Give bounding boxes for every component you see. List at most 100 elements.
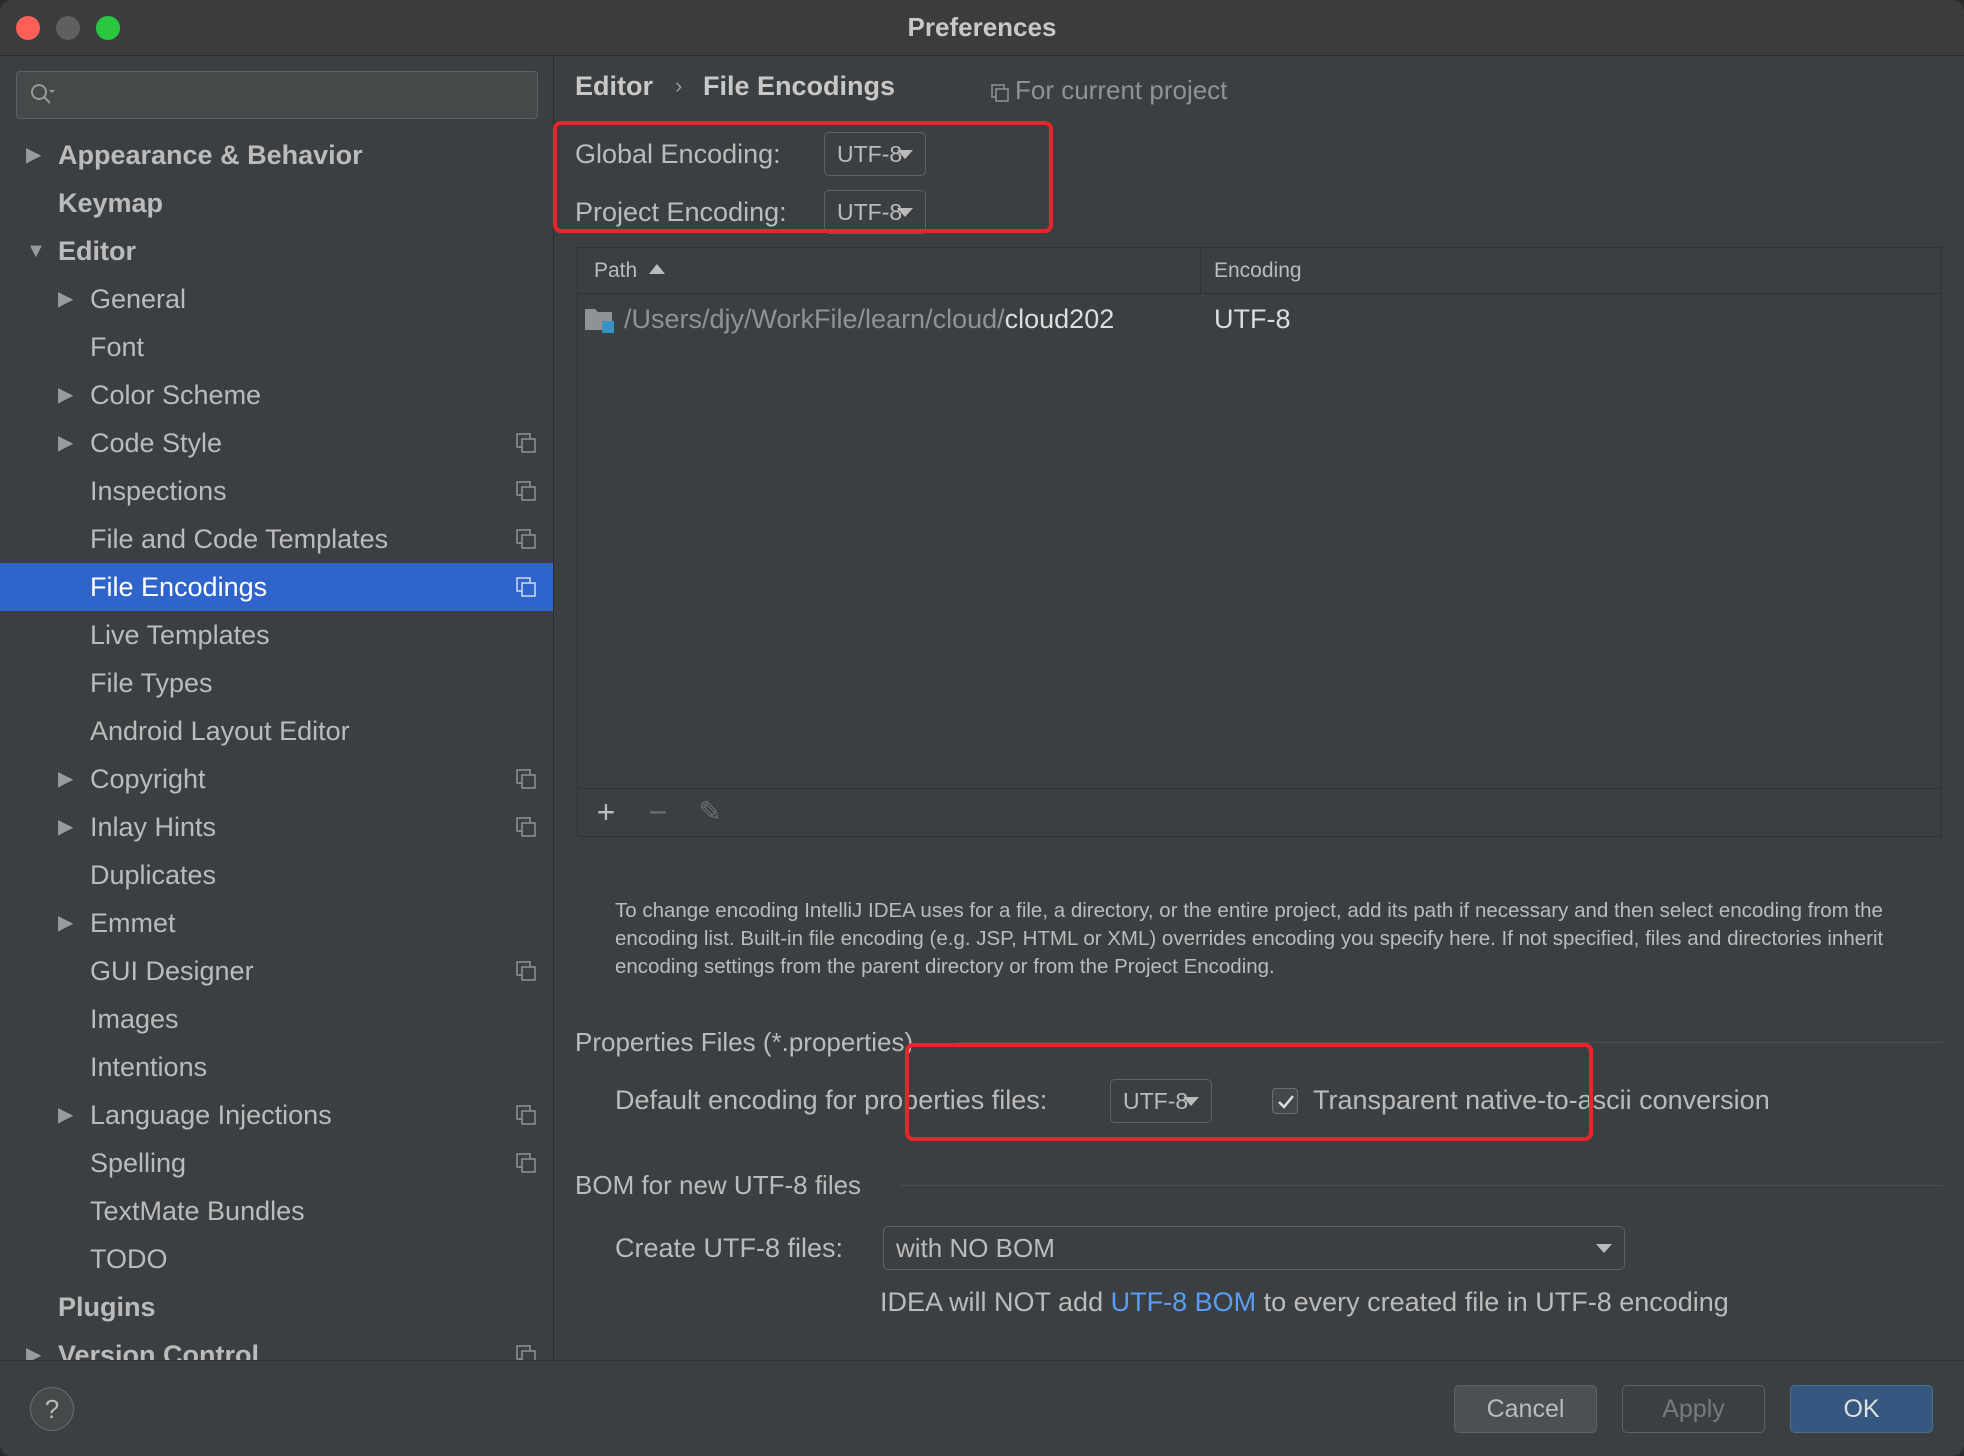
title-bar: Preferences <box>0 0 1964 56</box>
collapsed-arrow-icon[interactable]: ▶ <box>58 803 73 851</box>
sidebar-item-general[interactable]: ▶ General <box>0 275 553 323</box>
sidebar-item-label: Color Scheme <box>90 380 262 410</box>
collapsed-arrow-icon[interactable]: ▶ <box>58 755 73 803</box>
sidebar-item-label: TextMate Bundles <box>90 1196 305 1226</box>
sidebar-item-emmet[interactable]: ▶ Emmet <box>0 899 553 947</box>
project-scope-icon <box>516 433 536 453</box>
column-header-path[interactable]: Path <box>594 248 666 294</box>
sidebar-item-color-scheme[interactable]: ▶ Color Scheme <box>0 371 553 419</box>
sidebar-item-plugins[interactable]: Plugins <box>0 1283 553 1331</box>
project-scope-icon <box>991 84 1009 102</box>
settings-search-input[interactable] <box>16 71 538 119</box>
search-icon <box>31 84 55 104</box>
collapsed-arrow-icon[interactable]: ▶ <box>58 419 73 467</box>
sidebar-item-live-templates[interactable]: Live Templates <box>0 611 553 659</box>
table-body: /Users/djy/WorkFile/learn/cloud/cloud202… <box>578 295 1941 789</box>
cancel-button[interactable]: Cancel <box>1454 1385 1597 1433</box>
utf8-bom-link[interactable]: UTF-8 BOM <box>1111 1287 1257 1317</box>
path-cell: /Users/djy/WorkFile/learn/cloud/cloud202 <box>624 295 1114 343</box>
sidebar-item-file-types[interactable]: File Types <box>0 659 553 707</box>
sidebar-item-label: GUI Designer <box>90 956 254 986</box>
scope-hint: For current project <box>991 75 1227 106</box>
sidebar-item-keymap[interactable]: Keymap <box>0 179 553 227</box>
sidebar-item-todo[interactable]: TODO <box>0 1235 553 1283</box>
sidebar-item-label: Live Templates <box>90 620 270 650</box>
sidebar-item-copyright[interactable]: ▶ Copyright <box>0 755 553 803</box>
create-utf8-value: with NO BOM <box>896 1233 1055 1263</box>
sidebar-item-version-control[interactable]: ▶ Version Control <box>0 1331 553 1360</box>
sidebar-item-label: File Encodings <box>90 572 268 602</box>
apply-button[interactable]: Apply <box>1622 1385 1765 1433</box>
sidebar-item-label: Keymap <box>58 188 164 218</box>
sidebar-item-code-style[interactable]: ▶ Code Style <box>0 419 553 467</box>
sidebar-item-spelling[interactable]: Spelling <box>0 1139 553 1187</box>
sidebar-item-label: Version Control <box>58 1340 260 1360</box>
project-scope-icon <box>516 577 536 597</box>
section-divider <box>900 1185 1943 1186</box>
breadcrumb-parent[interactable]: Editor <box>575 71 653 102</box>
sidebar-item-android-layout-editor[interactable]: Android Layout Editor <box>0 707 553 755</box>
collapsed-arrow-icon[interactable]: ▶ <box>58 371 73 419</box>
edit-icon[interactable]: ✎ <box>692 795 728 831</box>
sidebar-item-label: Copyright <box>90 764 206 794</box>
encoding-cell[interactable]: UTF-8 <box>1214 295 1291 343</box>
collapsed-arrow-icon[interactable]: ▶ <box>26 131 41 179</box>
scope-hint-label: For current project <box>1015 75 1228 105</box>
sidebar-item-file-and-code-templates[interactable]: File and Code Templates <box>0 515 553 563</box>
sidebar-item-label: Editor <box>58 236 136 266</box>
sidebar-item-intentions[interactable]: Intentions <box>0 1043 553 1091</box>
sidebar-item-duplicates[interactable]: Duplicates <box>0 851 553 899</box>
sidebar-item-label: Code Style <box>90 428 223 458</box>
project-scope-icon <box>516 817 536 837</box>
sidebar-item-label: Duplicates <box>90 860 217 890</box>
ok-button[interactable]: OK <box>1790 1385 1933 1433</box>
column-header-encoding[interactable]: Encoding <box>1214 248 1302 294</box>
sidebar-item-inlay-hints[interactable]: ▶ Inlay Hints <box>0 803 553 851</box>
sidebar-item-label: File and Code Templates <box>90 524 389 554</box>
create-utf8-select[interactable]: with NO BOM <box>883 1226 1625 1270</box>
sort-ascending-icon <box>649 264 666 274</box>
sidebar-item-images[interactable]: Images <box>0 995 553 1043</box>
create-utf8-label: Create UTF-8 files: <box>615 1233 844 1263</box>
table-row[interactable]: /Users/djy/WorkFile/learn/cloud/cloud202… <box>578 295 1941 343</box>
help-button[interactable]: ? <box>30 1387 74 1431</box>
collapsed-arrow-icon[interactable]: ▶ <box>58 899 73 947</box>
remove-icon[interactable]: − <box>640 795 676 831</box>
properties-section-title: Properties Files (*.properties) <box>575 1027 914 1057</box>
project-scope-icon <box>516 481 536 501</box>
sidebar-item-label: Images <box>90 1004 179 1034</box>
collapsed-arrow-icon[interactable]: ▶ <box>58 275 73 323</box>
collapsed-arrow-icon[interactable]: ▶ <box>26 1331 41 1360</box>
sidebar-item-font[interactable]: Font <box>0 323 553 371</box>
sidebar-item-label: Appearance & Behavior <box>58 140 363 170</box>
add-icon[interactable]: + <box>588 795 624 831</box>
sidebar-item-label: Inspections <box>90 476 227 506</box>
sidebar-item-label: Emmet <box>90 908 176 938</box>
project-folder-icon <box>584 295 624 343</box>
project-scope-icon <box>516 1105 536 1125</box>
sidebar-item-label: Inlay Hints <box>90 812 217 842</box>
path-name: cloud202 <box>1004 304 1115 334</box>
project-scope-icon <box>516 769 536 789</box>
project-scope-icon <box>516 1153 536 1173</box>
sidebar-item-label: Spelling <box>90 1148 187 1178</box>
sidebar-item-appearance-behavior[interactable]: ▶ Appearance & Behavior <box>0 131 553 179</box>
breadcrumb-separator: › <box>675 73 683 98</box>
project-scope-icon <box>516 1345 536 1360</box>
sidebar-item-label: Language Injections <box>90 1100 332 1130</box>
sidebar-item-label: Android Layout Editor <box>90 716 350 746</box>
sidebar-item-label: TODO <box>90 1244 168 1274</box>
sidebar-item-textmate-bundles[interactable]: TextMate Bundles <box>0 1187 553 1235</box>
highlight-box-encodings <box>553 121 1053 233</box>
column-divider <box>1200 248 1201 294</box>
sidebar-item-label: Intentions <box>90 1052 208 1082</box>
help-description: To change encoding IntelliJ IDEA uses fo… <box>615 899 1884 978</box>
sidebar-item-language-injections[interactable]: ▶ Language Injections <box>0 1091 553 1139</box>
sidebar-item-gui-designer[interactable]: GUI Designer <box>0 947 553 995</box>
dialog-footer: ? Cancel Apply OK <box>0 1360 1964 1456</box>
collapsed-arrow-icon[interactable]: ▶ <box>58 1091 73 1139</box>
sidebar-item-editor[interactable]: ▼ Editor <box>0 227 553 275</box>
sidebar-item-file-encodings[interactable]: File Encodings <box>0 563 553 611</box>
sidebar-item-inspections[interactable]: Inspections <box>0 467 553 515</box>
expanded-arrow-icon[interactable]: ▼ <box>26 227 46 275</box>
